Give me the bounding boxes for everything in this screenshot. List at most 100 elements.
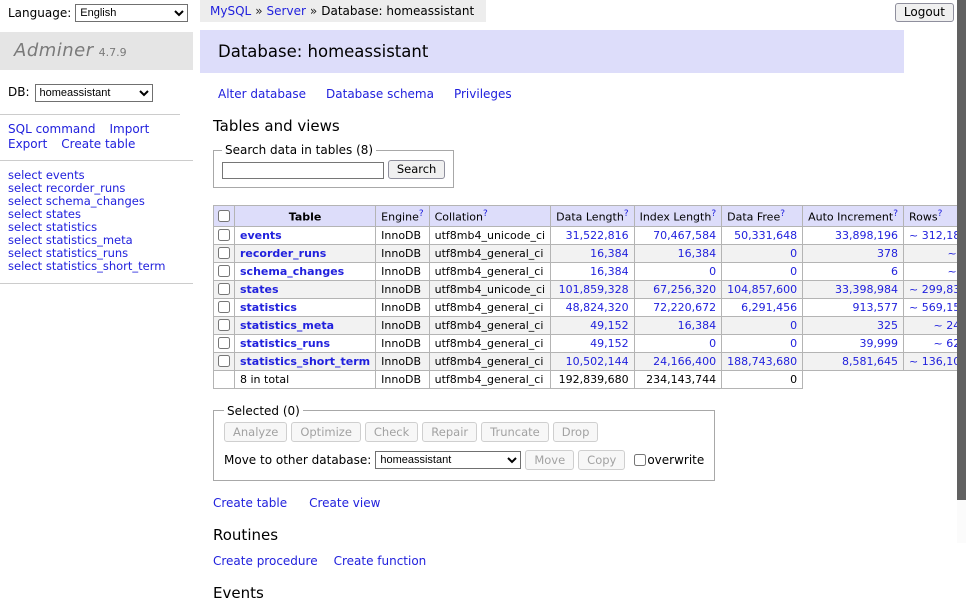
search-input[interactable] xyxy=(222,162,384,179)
database-action-link[interactable]: Alter database xyxy=(218,87,306,101)
overwrite-checkbox[interactable] xyxy=(634,454,646,466)
table-name-link[interactable]: statistics xyxy=(240,301,297,314)
data-length-cell[interactable]: 49,152 xyxy=(551,316,634,334)
row-checkbox[interactable] xyxy=(218,355,230,367)
column-help-link[interactable]: ? xyxy=(938,209,943,219)
database-action-link[interactable]: Database schema xyxy=(326,87,434,101)
search-button[interactable]: Search xyxy=(388,160,446,179)
row-checkbox-cell xyxy=(214,316,235,334)
table-name-link[interactable]: statistics_runs xyxy=(240,337,330,350)
table-name-link[interactable]: statistics_meta xyxy=(240,319,334,332)
column-help-link[interactable]: ? xyxy=(419,209,424,219)
sidebar-item-export[interactable]: Export xyxy=(8,137,47,151)
index-length-cell[interactable]: 67,256,320 xyxy=(634,280,722,298)
auto-increment-cell[interactable]: 33,398,984 xyxy=(803,280,904,298)
breadcrumb-separator: » xyxy=(310,4,317,18)
column-help-link[interactable]: ? xyxy=(483,209,488,219)
index-length-cell[interactable]: 70,467,584 xyxy=(634,226,722,244)
sidebar-select-table-link[interactable]: select statistics_short_term xyxy=(8,260,185,273)
selected-action-button[interactable]: Optimize xyxy=(291,422,361,442)
select-all-checkbox[interactable] xyxy=(218,210,230,222)
sidebar-item-import[interactable]: Import xyxy=(109,122,149,136)
index-length-cell[interactable]: 0 xyxy=(634,334,722,352)
data-free-cell[interactable]: 0 xyxy=(722,262,803,280)
auto-increment-cell[interactable]: 378 xyxy=(803,244,904,262)
row-checkbox[interactable] xyxy=(218,229,230,241)
table-name-link[interactable]: recorder_runs xyxy=(240,247,326,260)
auto-increment-cell[interactable]: 325 xyxy=(803,316,904,334)
auto-increment-cell[interactable]: 33,898,196 xyxy=(803,226,904,244)
row-checkbox[interactable] xyxy=(218,283,230,295)
data-free-cell[interactable]: 50,331,648 xyxy=(722,226,803,244)
selected-action-button[interactable]: Truncate xyxy=(481,422,549,442)
routine-create-link[interactable]: Create procedure xyxy=(213,554,318,568)
copy-button[interactable]: Copy xyxy=(578,450,625,470)
column-help-link[interactable]: ? xyxy=(624,209,629,219)
index-length-cell[interactable]: 72,220,672 xyxy=(634,298,722,316)
data-length-cell[interactable]: 49,152 xyxy=(551,334,634,352)
data-free-cell[interactable]: 6,291,456 xyxy=(722,298,803,316)
auto-increment-cell[interactable]: 913,577 xyxy=(803,298,904,316)
selected-action-button[interactable]: Analyze xyxy=(224,422,287,442)
row-checkbox[interactable] xyxy=(218,337,230,349)
row-checkbox[interactable] xyxy=(218,301,230,313)
data-length-cell[interactable]: 101,859,328 xyxy=(551,280,634,298)
language-select[interactable]: English xyxy=(75,4,188,22)
data-free-cell[interactable]: 0 xyxy=(722,316,803,334)
table-name-link[interactable]: schema_changes xyxy=(240,265,344,278)
table-name-link[interactable]: states xyxy=(240,283,279,296)
move-button[interactable]: Move xyxy=(525,450,574,470)
column-help-link[interactable]: ? xyxy=(893,209,898,219)
index-length-cell[interactable]: 0 xyxy=(634,262,722,280)
row-checkbox[interactable] xyxy=(218,319,230,331)
table-row: statistics_runs InnoDB utf8mb4_general_c… xyxy=(214,334,966,352)
scrollbar-thumb[interactable] xyxy=(957,0,966,500)
data-free-cell[interactable]: 0 xyxy=(722,334,803,352)
routine-create-link[interactable]: Create function xyxy=(334,554,427,568)
index-length-cell[interactable]: 16,384 xyxy=(634,244,722,262)
table-row: schema_changes InnoDB utf8mb4_general_ci… xyxy=(214,262,966,280)
auto-increment-cell[interactable]: 8,581,645 xyxy=(803,352,904,370)
column-help-link[interactable]: ? xyxy=(780,209,785,219)
row-checkbox[interactable] xyxy=(218,247,230,259)
auto-increment-cell[interactable]: 6 xyxy=(803,262,904,280)
auto-increment-cell[interactable]: 39,999 xyxy=(803,334,904,352)
column-help-link[interactable]: ? xyxy=(711,209,716,219)
data-length-cell[interactable]: 31,522,816 xyxy=(551,226,634,244)
data-length-cell[interactable]: 16,384 xyxy=(551,244,634,262)
create-link[interactable]: Create table xyxy=(213,496,287,510)
total-label-cell: 8 in total xyxy=(235,370,376,388)
data-free-cell[interactable]: 188,743,680 xyxy=(722,352,803,370)
table-row: statistics InnoDB utf8mb4_general_ci 48,… xyxy=(214,298,966,316)
selected-action-button[interactable]: Repair xyxy=(422,422,477,442)
table-name-link[interactable]: events xyxy=(240,229,282,242)
data-length-cell[interactable]: 16,384 xyxy=(551,262,634,280)
data-length-cell[interactable]: 10,502,144 xyxy=(551,352,634,370)
sidebar-item-sql-command[interactable]: SQL command xyxy=(8,122,95,136)
selected-action-button[interactable]: Check xyxy=(365,422,418,442)
db-select[interactable]: homeassistant xyxy=(35,84,153,102)
sidebar-select-table-link[interactable]: select statistics xyxy=(8,221,185,234)
column-header: Collation? xyxy=(429,206,550,227)
selected-action-button[interactable]: Drop xyxy=(553,422,599,442)
breadcrumb-mysql-link[interactable]: MySQL xyxy=(210,4,251,18)
sidebar-item-create-table[interactable]: Create table xyxy=(61,137,135,151)
data-free-cell[interactable]: 0 xyxy=(722,244,803,262)
sidebar-select-table-link[interactable]: select statistics_meta xyxy=(8,234,185,247)
sidebar-select-table-link[interactable]: select states xyxy=(8,208,185,221)
sidebar-select-table-link[interactable]: select schema_changes xyxy=(8,195,185,208)
move-db-select[interactable]: homeassistant xyxy=(375,451,521,469)
sidebar-select-table-link[interactable]: select statistics_runs xyxy=(8,247,185,260)
data-length-cell[interactable]: 48,824,320 xyxy=(551,298,634,316)
create-link[interactable]: Create view xyxy=(309,496,380,510)
index-length-cell[interactable]: 16,384 xyxy=(634,316,722,334)
index-length-cell[interactable]: 24,166,400 xyxy=(634,352,722,370)
collation-cell: utf8mb4_unicode_ci xyxy=(429,226,550,244)
logout-button[interactable]: Logout xyxy=(895,3,954,22)
breadcrumb-server-link[interactable]: Server xyxy=(267,4,306,18)
row-checkbox[interactable] xyxy=(218,265,230,277)
database-action-link[interactable]: Privileges xyxy=(454,87,512,101)
table-name-link[interactable]: statistics_short_term xyxy=(240,355,370,368)
data-free-cell[interactable]: 104,857,600 xyxy=(722,280,803,298)
page-scrollbar[interactable] xyxy=(957,0,966,543)
